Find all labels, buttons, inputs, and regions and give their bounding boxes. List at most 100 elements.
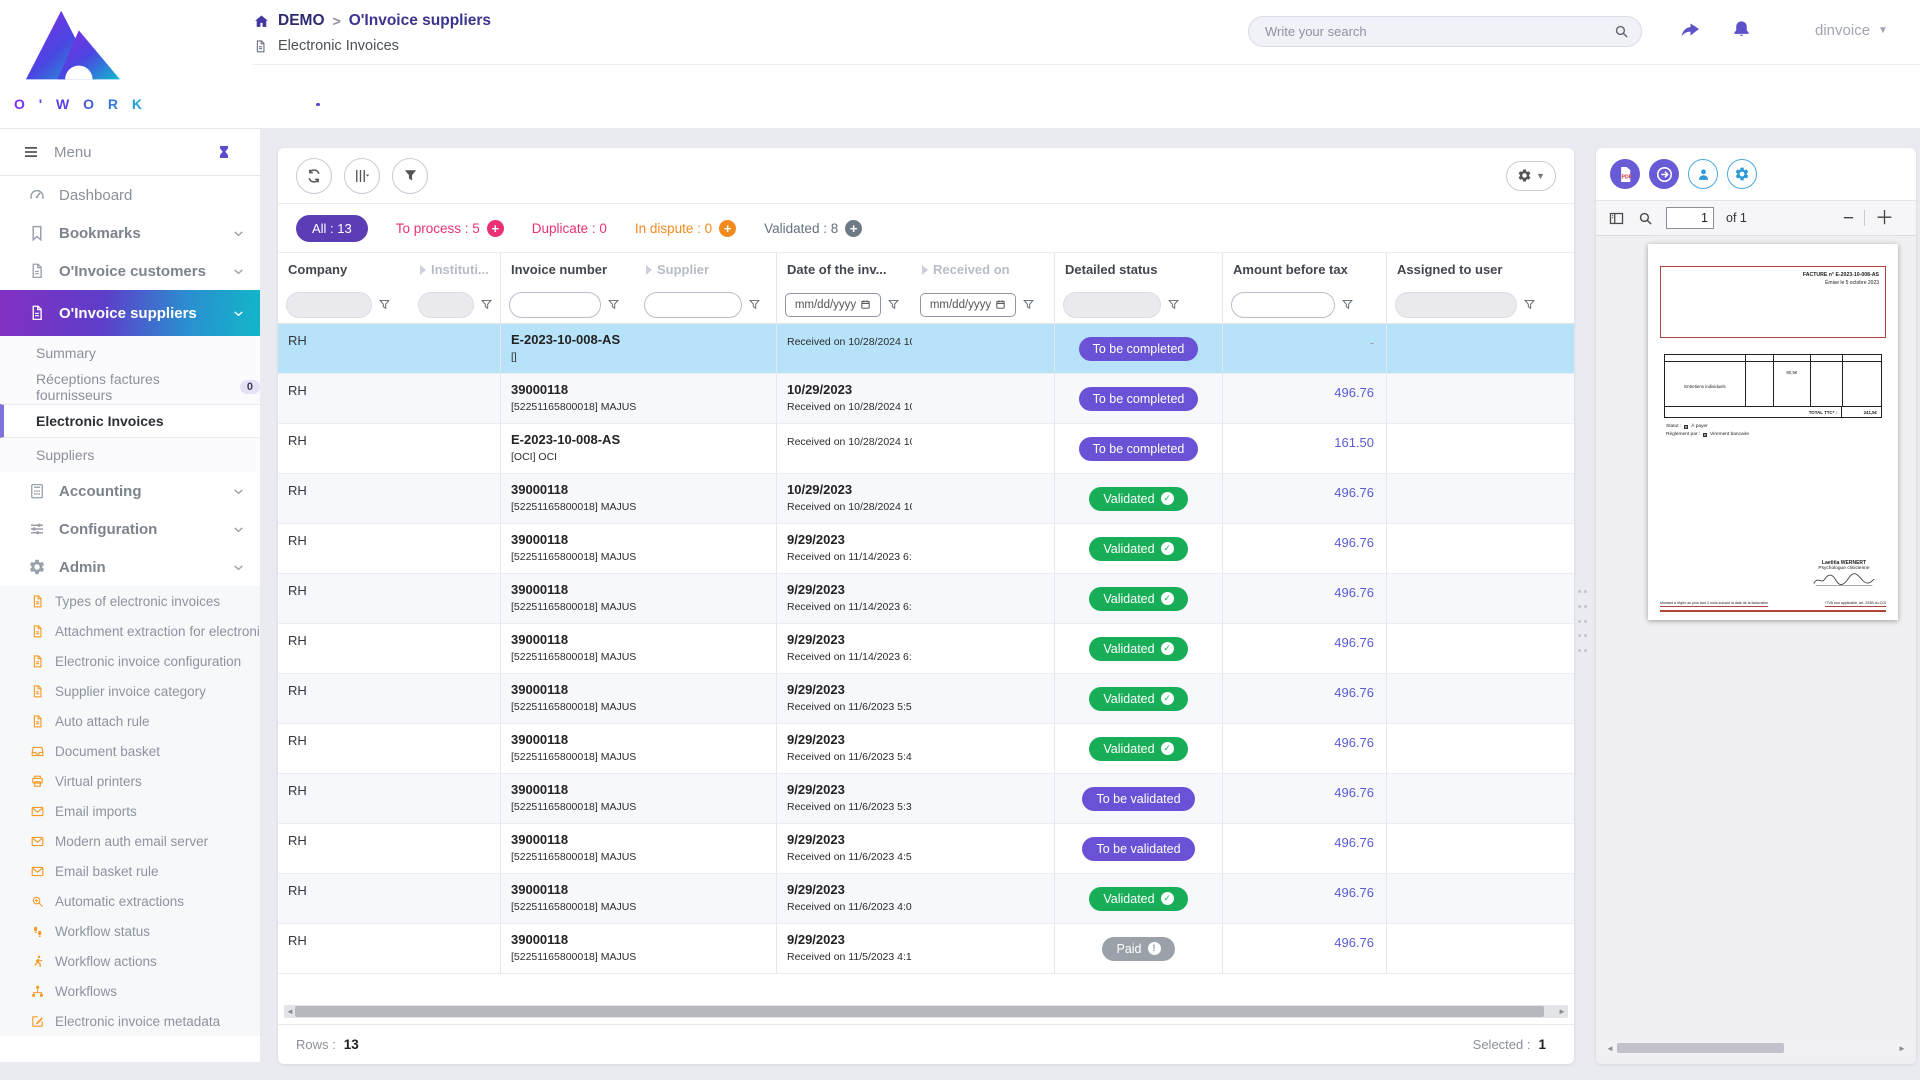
invoice-row[interactable]: RH 39000118 [52251165800018] MAJUSCULE 9…: [278, 574, 1574, 624]
pdf-viewport[interactable]: FACTURE n° E-2023-10-008-AS Émise le 5 o…: [1596, 236, 1916, 1064]
filter-input[interactable]: mm/dd/yyyy: [920, 293, 1016, 317]
column-header[interactable]: Detailed status: [1054, 253, 1222, 286]
admin-subitem[interactable]: Attachment extraction for electronic inv…: [0, 616, 260, 646]
amount-link[interactable]: 496.76: [1334, 785, 1374, 800]
plus-circle-icon[interactable]: +: [719, 220, 736, 237]
filter-input[interactable]: [644, 292, 742, 318]
filter-funnel-icon[interactable]: [1167, 298, 1180, 311]
filter-input[interactable]: mm/dd/yyyy: [785, 293, 881, 317]
column-filter[interactable]: [410, 286, 500, 323]
admin-subitem[interactable]: Supplier invoice category: [0, 676, 260, 706]
admin-subitem[interactable]: Electronic invoice configuration: [0, 646, 260, 676]
filter-funnel-icon[interactable]: [607, 298, 620, 311]
bell-icon[interactable]: [1730, 18, 1753, 41]
amount-link[interactable]: 496.76: [1334, 485, 1374, 500]
pdf-search-button[interactable]: [1637, 210, 1654, 227]
status-filter-chip[interactable]: All : 13: [296, 215, 368, 242]
amount-link[interactable]: 496.76: [1334, 935, 1374, 950]
admin-subitem[interactable]: Email basket rule: [0, 856, 260, 886]
invoice-row[interactable]: RH 39000118 [52251165800018] MAJUSCULE 9…: [278, 624, 1574, 674]
filter-funnel-icon[interactable]: [1341, 298, 1354, 311]
hourglass-icon[interactable]: [216, 144, 232, 160]
zoom-in-button[interactable]: ＋: [1865, 209, 1904, 228]
filter-button[interactable]: [392, 158, 428, 194]
scroll-right-icon[interactable]: ►: [1556, 1005, 1568, 1018]
admin-subitem[interactable]: Virtual printers: [0, 766, 260, 796]
amount-link[interactable]: 496.76: [1334, 585, 1374, 600]
column-header[interactable]: Assigned to user: [1386, 253, 1574, 286]
filter-funnel-icon[interactable]: [748, 298, 761, 311]
admin-subitem[interactable]: Email imports: [0, 796, 260, 826]
column-header[interactable]: Instituti...: [410, 253, 500, 286]
invoice-row[interactable]: RH 39000118 [52251165800018] MAJUSCULE 9…: [278, 674, 1574, 724]
hamburger-icon[interactable]: [22, 143, 40, 161]
sidebar-item[interactable]: Dashboard: [0, 176, 260, 214]
amount-link[interactable]: 496.76: [1334, 535, 1374, 550]
amount-link[interactable]: -: [1370, 335, 1374, 350]
filter-input[interactable]: [1231, 292, 1335, 318]
sidebar-item[interactable]: Bookmarks: [0, 214, 260, 252]
search-input[interactable]: [1248, 16, 1642, 47]
amount-link[interactable]: 496.76: [1334, 885, 1374, 900]
filter-input[interactable]: [1063, 292, 1161, 318]
invoice-row[interactable]: RH 39000118 [52251165800018] MAJUSCULE 9…: [278, 924, 1574, 974]
admin-subitem[interactable]: Electronic invoice metadata: [0, 1006, 260, 1036]
scrollbar-thumb[interactable]: [295, 1006, 1544, 1017]
filter-input[interactable]: [286, 292, 372, 318]
status-filter-chip[interactable]: To process : 5 +: [396, 220, 504, 237]
admin-subitem[interactable]: Modern auth email server: [0, 826, 260, 856]
panel-resize-handle[interactable]: [1578, 590, 1588, 652]
open-invoice-button[interactable]: [1649, 159, 1679, 189]
invoice-row[interactable]: RH 39000118 [52251165800018] MAJUSCULE 9…: [278, 774, 1574, 824]
column-header[interactable]: Invoice number: [500, 253, 636, 286]
admin-subitem[interactable]: Types of electronic invoices: [0, 586, 260, 616]
refresh-button[interactable]: [296, 158, 332, 194]
table-settings-button[interactable]: ▼: [1506, 161, 1556, 191]
breadcrumb-section[interactable]: O'Invoice suppliers: [349, 12, 491, 30]
filter-funnel-icon[interactable]: [480, 298, 493, 311]
invoice-row[interactable]: RH E-2023-10-008-AS [OCI] OCI Received o…: [278, 424, 1574, 474]
admin-subitem[interactable]: Workflow status: [0, 916, 260, 946]
invoice-row[interactable]: RH E-2023-10-008-AS [] Received on 10/28…: [278, 324, 1574, 374]
status-filter-chip[interactable]: Duplicate : 0: [532, 221, 607, 236]
horizontal-scrollbar[interactable]: ◄ ►: [284, 1005, 1568, 1018]
admin-subitem[interactable]: Automatic extractions: [0, 886, 260, 916]
column-filter[interactable]: [500, 286, 636, 323]
home-icon[interactable]: [253, 13, 270, 30]
amount-link[interactable]: 496.76: [1334, 385, 1374, 400]
plus-circle-icon[interactable]: +: [845, 220, 862, 237]
column-header[interactable]: Date of the inv...: [776, 253, 912, 286]
filter-input[interactable]: [509, 292, 601, 318]
filter-funnel-icon[interactable]: [1022, 298, 1035, 311]
sidebar-subitem[interactable]: Réceptions factures fournisseurs 0: [0, 370, 260, 404]
status-filter-chip[interactable]: In dispute : 0 +: [635, 220, 736, 237]
invoice-row[interactable]: RH 39000118 [52251165800018] MAJUSCULE 1…: [278, 374, 1574, 424]
pdf-download-button[interactable]: [1610, 159, 1640, 189]
assign-user-button[interactable]: [1688, 159, 1718, 189]
sidebar-subitem[interactable]: Summary: [0, 336, 260, 370]
invoice-row[interactable]: RH 39000118 [52251165800018] MAJUSCULE 9…: [278, 724, 1574, 774]
column-header[interactable]: Company: [278, 253, 410, 286]
plus-circle-icon[interactable]: +: [487, 220, 504, 237]
invoice-row[interactable]: RH 39000118 [52251165800018] MAJUSCULE 9…: [278, 874, 1574, 924]
breadcrumb-home[interactable]: DEMO: [278, 12, 325, 30]
invoice-row[interactable]: RH 39000118 [52251165800018] MAJUSCULE 9…: [278, 824, 1574, 874]
amount-link[interactable]: 496.76: [1334, 835, 1374, 850]
zoom-out-button[interactable]: −: [1833, 209, 1864, 228]
scrollbar-thumb[interactable]: [1617, 1043, 1784, 1053]
column-filter[interactable]: [1222, 286, 1386, 323]
admin-subitem[interactable]: Auto attach rule: [0, 706, 260, 736]
filter-input[interactable]: [418, 292, 474, 318]
column-header[interactable]: Supplier: [636, 253, 776, 286]
sidebar-item[interactable]: Admin: [0, 548, 260, 586]
admin-subitem[interactable]: Document basket: [0, 736, 260, 766]
amount-link[interactable]: 496.76: [1334, 635, 1374, 650]
scroll-right-icon[interactable]: ►: [1896, 1042, 1908, 1054]
sidebar-item[interactable]: Accounting: [0, 472, 260, 510]
admin-subitem[interactable]: Workflows: [0, 976, 260, 1006]
page-number-input[interactable]: [1666, 207, 1714, 229]
admin-subitem[interactable]: Workflow actions: [0, 946, 260, 976]
sidebar-item[interactable]: Configuration: [0, 510, 260, 548]
sidebar-item[interactable]: O'Invoice customers: [0, 252, 260, 290]
sidebar-menu-bar[interactable]: Menu: [0, 128, 260, 176]
